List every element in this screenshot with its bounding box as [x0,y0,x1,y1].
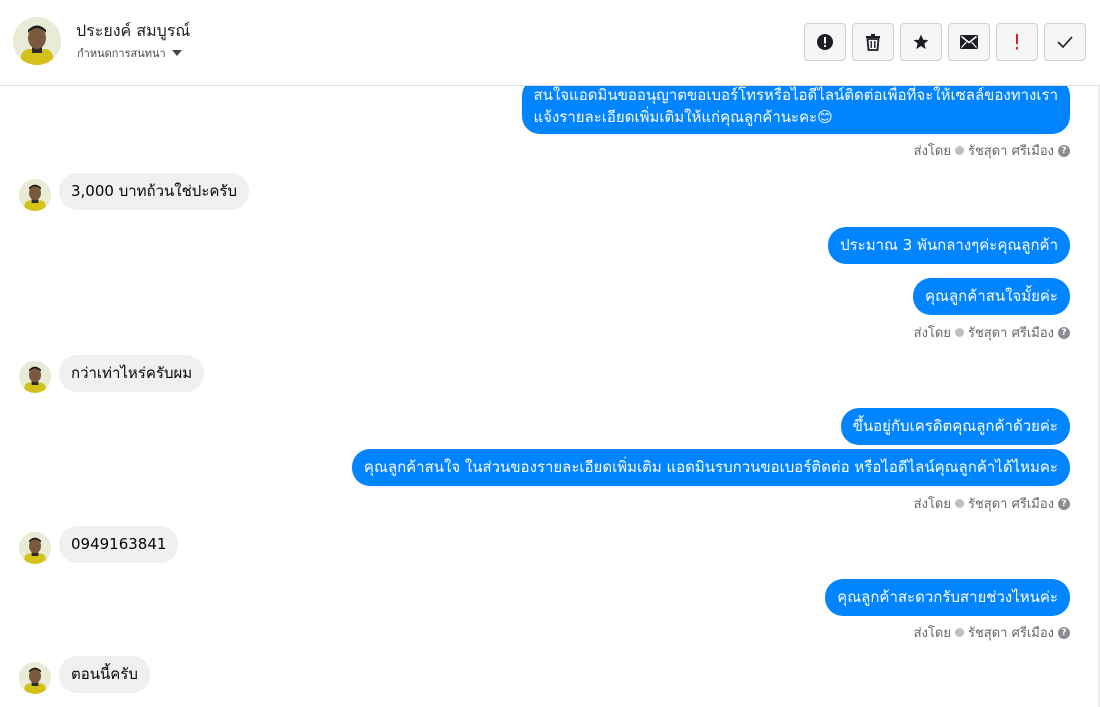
agent-status-icon [954,146,964,155]
sent-by-prefix: ส่งโดย [913,326,951,341]
sent-by-agent[interactable]: รัชสุดา ศรีเมือง [968,322,1054,343]
sent-by-label: ส่งโดย รัชสุดา ศรีเมือง ? [914,322,1070,343]
exclamation-icon [1016,34,1018,50]
sent-by-prefix: ส่งโดย [913,497,951,512]
sent-by-agent[interactable]: รัชสุดา ศรีเมือง [968,140,1054,161]
sent-by-label: ส่งโดย รัชสุดา ศรีเมือง ? [914,493,1070,514]
alert-circle-icon [817,34,833,50]
sent-by-agent[interactable]: รัชสุดา ศรีเมือง [968,622,1054,643]
sent-by-label: ส่งโดย รัชสุดา ศรีเมือง ? [914,140,1070,161]
sent-by-label: ส่งโดย รัชสุดา ศรีเมือง ? [914,622,1070,643]
conversation-schedule-dropdown[interactable]: กำหนดการสนทนา [77,44,182,62]
contact-avatar[interactable] [13,17,61,65]
sent-by-agent[interactable]: รัชสุดา ศรีเมือง [968,493,1054,514]
outgoing-message[interactable]: คุณลูกค้าสะดวกรับสายช่วงไหนค่ะ [825,579,1070,616]
sent-by-prefix: ส่งโดย [913,626,951,641]
message-text-line: แจ้งรายละเอียดเพิ่มเติมให้แก่คุณลูกค้านะ… [533,108,833,126]
outgoing-message[interactable]: ขึ้นอยู่กับเครดิตคุณลูกค้าด้วยค่ะ [840,408,1070,445]
contact-avatar-small [19,532,51,564]
outgoing-message[interactable]: ประมาณ 3 พันกลางๆค่ะคุณลูกค้า [828,227,1070,264]
avatar-image [19,662,51,694]
done-button[interactable] [1044,23,1086,61]
conversation-toolbar [804,23,1086,61]
contact-avatar-small [19,179,51,211]
contact-avatar-small [19,361,51,393]
incoming-message[interactable]: 3,000 บาทถ้วนใช่ปะครับ [59,173,249,210]
avatar-image [13,17,61,65]
message-thread[interactable]: สนใจแอดมินขออนุญาตขอเบอร์โทรหรือไอดีไลน์… [0,86,1100,707]
message-text-line: สนใจแอดมินขออนุญาตขอเบอร์โทรหรือไอดีไลน์… [533,86,1059,104]
agent-status-icon [954,328,964,337]
avatar-image [19,179,51,211]
outgoing-message[interactable]: คุณลูกค้าสนใจ ในส่วนของรายละเอียดเพิ่มเต… [351,449,1070,486]
trash-icon [866,34,880,51]
incoming-message[interactable]: 0949163841 [59,526,179,563]
outgoing-message[interactable]: สนใจแอดมินขออนุญาตขอเบอร์โทรหรือไอดีไลน์… [521,86,1070,134]
spam-button[interactable] [804,23,846,61]
check-icon [1057,36,1073,48]
help-icon[interactable]: ? [1058,326,1070,339]
follow-up-button[interactable] [996,23,1038,61]
outgoing-message[interactable]: คุณลูกค้าสนใจมั้ยค่ะ [913,278,1070,315]
help-icon[interactable]: ? [1058,497,1070,510]
agent-status-icon [954,499,964,508]
incoming-message[interactable]: กว่าเท่าไหร่ครับผม [59,355,205,392]
mark-unread-button[interactable] [948,23,990,61]
contact-avatar-small [19,662,51,694]
agent-status-icon [954,628,964,637]
envelope-icon [960,35,978,49]
star-button[interactable] [900,23,942,61]
conversation-header: ประยงค์ สมบูรณ์ กำหนดการสนทนา [0,0,1100,86]
delete-button[interactable] [852,23,894,61]
sent-by-prefix: ส่งโดย [913,144,951,159]
caret-down-icon [171,50,182,56]
star-icon [913,34,929,50]
avatar-image [19,532,51,564]
avatar-image [19,361,51,393]
incoming-message[interactable]: ตอนนี้ครับ [59,656,150,693]
conversation-schedule-label: กำหนดการสนทนา [77,47,166,60]
help-icon[interactable]: ? [1058,626,1070,639]
contact-name: ประยงค์ สมบูรณ์ [76,21,191,40]
help-icon[interactable]: ? [1058,144,1070,157]
